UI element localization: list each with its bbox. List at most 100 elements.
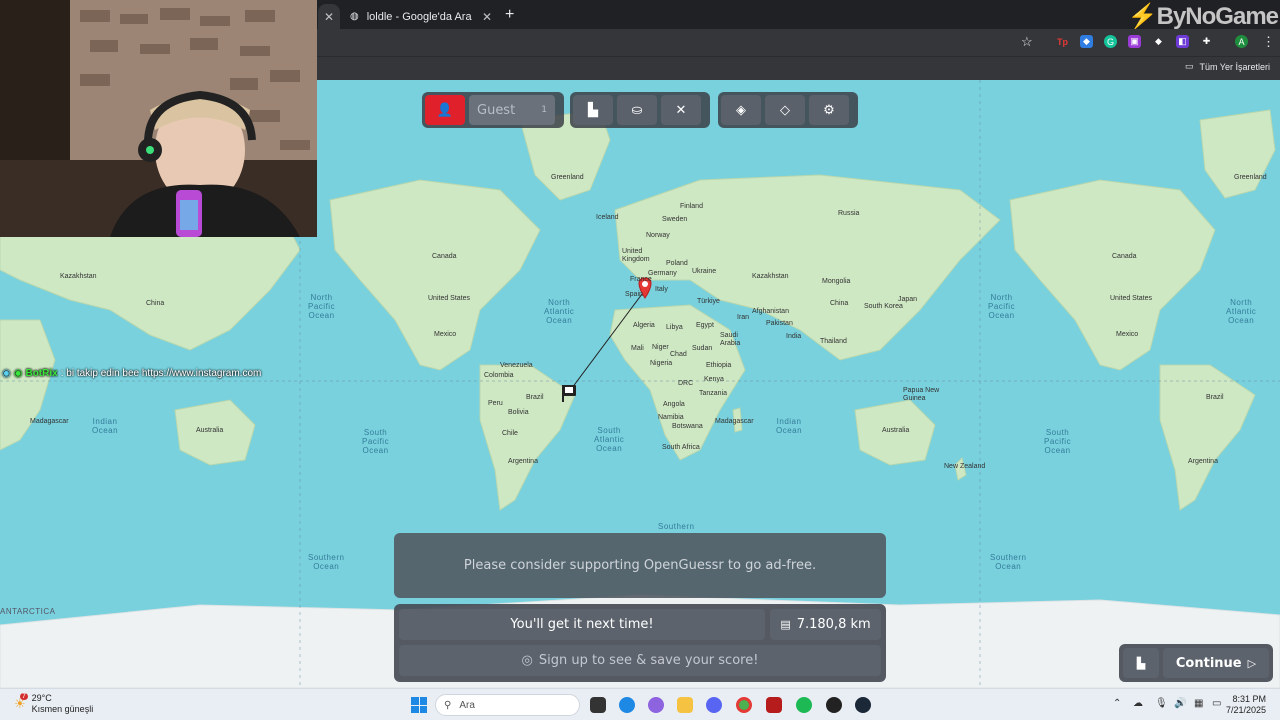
file-explorer-icon[interactable] (677, 697, 693, 713)
map-layers-button[interactable]: ◈ (721, 95, 761, 125)
education-button[interactable]: ◇ (765, 95, 805, 125)
battery-icon[interactable]: ▭ (1212, 698, 1221, 709)
obs-icon[interactable] (766, 697, 782, 713)
ocean-label: South Pacific Ocean (1044, 428, 1072, 455)
map-label: Chad (670, 351, 687, 358)
map-label: Türkiye (697, 298, 720, 305)
add-player-button[interactable]: 👤 (425, 95, 465, 125)
map-label: France (630, 276, 652, 283)
close-icon[interactable]: ✕ (324, 10, 334, 24)
ad-support-text: Please consider supporting OpenGuessr to… (463, 558, 817, 573)
spotify-icon[interactable] (796, 697, 812, 713)
ocean-label: Southern (658, 522, 695, 531)
map-label: Afghanistan (752, 308, 789, 315)
map-label: United States (1110, 295, 1153, 302)
menu-kebab-icon[interactable]: ⋮ (1262, 34, 1275, 50)
extension-tp-icon[interactable]: Tp (1056, 35, 1069, 48)
extension-purple-icon[interactable]: ▣ (1128, 35, 1141, 48)
volume-icon[interactable]: 🔊 (1174, 698, 1186, 709)
microphone-icon[interactable]: 🎙 (1155, 698, 1168, 709)
guest-indicator[interactable]: Guest 1 (469, 95, 555, 125)
guest-count: 1 (541, 105, 547, 115)
map-label: Nigeria (650, 360, 673, 367)
task-view-icon[interactable] (590, 697, 606, 713)
bynogame-logo: ⚡ByNoGame (1127, 3, 1279, 30)
extension-grammarly-icon[interactable]: G (1104, 35, 1117, 48)
map-label: Iceland (596, 214, 619, 221)
taskbar-clock[interactable]: 8:31 PM 7/21/2025 (1226, 694, 1266, 716)
bookmarks-folder-label: Tüm Yer İşaretleri (1199, 61, 1270, 72)
map-label: Italy (655, 286, 668, 293)
copilot-icon[interactable] (648, 697, 664, 713)
map-label: Tanzania (699, 390, 728, 397)
podium-button[interactable]: ▙ (1123, 648, 1159, 678)
map-label: Mexico (434, 331, 457, 338)
ocean-label: South Atlantic Ocean (594, 426, 625, 453)
settings-button[interactable]: ⚙ (809, 95, 849, 125)
app-icon[interactable] (826, 697, 842, 713)
start-button[interactable] (411, 697, 427, 713)
network-icon[interactable]: ▦ (1194, 698, 1203, 709)
map-label: Bolivia (508, 409, 529, 416)
map-label: Sweden (662, 216, 688, 223)
map-label: Namibia (658, 414, 684, 421)
map-label: Kazakhstan (752, 273, 789, 280)
map-label: Argentina (1188, 458, 1218, 465)
map-label: United States (428, 295, 471, 302)
clock-date: 7/21/2025 (1225, 705, 1266, 715)
continue-button[interactable]: Continue ▷ (1163, 648, 1269, 678)
map-label: Pakistan (766, 320, 793, 327)
tray-chevron-icon[interactable]: ⌃ (1113, 698, 1121, 709)
map-label: Mexico (1116, 331, 1139, 338)
map-label: Finland (680, 203, 703, 210)
all-bookmarks-folder[interactable]: ▭ Tüm Yer İşaretleri (1185, 61, 1270, 72)
multiplayer-button[interactable]: ⛀ (617, 95, 657, 125)
continue-label: Continue (1175, 655, 1242, 671)
map-label: Australia (882, 427, 910, 434)
map-label: South Korea (864, 303, 903, 310)
ocean-label: Southern Ocean (308, 553, 345, 571)
map-label: Norway (646, 232, 670, 239)
result-panel: You'll get it next time! ▤ 7.180,8 km ◎ … (394, 604, 886, 682)
bookmark-star-icon[interactable]: ☆ (1021, 34, 1033, 50)
chat-badge-icon: ◉ (2, 368, 11, 379)
map-label: Kazakhstan (60, 273, 97, 280)
active-tab[interactable]: ✕ (318, 4, 340, 29)
tab-google-search[interactable]: ◍ loldle - Google'da Ara ✕ (340, 4, 500, 29)
map-label: Brazil (526, 394, 544, 401)
swords-icon: ✕ (675, 102, 687, 117)
extension-diamond-icon[interactable]: ◆ (1152, 35, 1165, 48)
profile-avatar[interactable]: A (1235, 35, 1248, 48)
discord-icon[interactable] (706, 697, 722, 713)
map-label: DRC (678, 380, 694, 387)
chrome-icon[interactable] (736, 697, 752, 713)
extension-violet-icon[interactable]: ◧ (1176, 35, 1189, 48)
map-label: Ukraine (692, 268, 717, 275)
map-label: Saudi Arabia (720, 332, 741, 347)
taskbar-search[interactable]: ⚲ Ara (435, 694, 580, 716)
edge-icon[interactable] (619, 697, 635, 713)
map-label: Niger (652, 344, 669, 351)
new-tab-button[interactable]: + (505, 6, 514, 24)
extension-blue-icon[interactable]: ◆ (1080, 35, 1093, 48)
map-label: United Kingdom (622, 248, 650, 263)
close-icon[interactable]: ✕ (482, 10, 492, 24)
map-label: Canada (1112, 253, 1137, 260)
map-label: Canada (432, 253, 457, 260)
onedrive-icon[interactable]: ☁ (1133, 698, 1143, 709)
mode-controls: ▙ ⛀ ✕ (570, 92, 710, 128)
stream-chat-message: ◉ ◉ BotRix : bi takip edin bee https://w… (2, 368, 261, 379)
extensions-puzzle-icon[interactable]: ✚ (1200, 35, 1213, 48)
chat-username: BotRix (25, 368, 58, 379)
signup-button[interactable]: ◎ Sign up to see & save your score! (399, 645, 881, 676)
map-label: Botswana (672, 423, 703, 430)
map-label: Iran (737, 314, 750, 321)
steam-icon[interactable] (855, 697, 871, 713)
weather-widget[interactable]: ☀ 7 29°C Kısmen güneşli (14, 693, 93, 715)
battle-button[interactable]: ✕ (661, 95, 701, 125)
map-label: China (146, 300, 165, 307)
map-label: Brazil (1206, 394, 1224, 401)
leaderboard-button[interactable]: ▙ (573, 95, 613, 125)
webcam-overlay (0, 0, 317, 237)
ocean-label: North Pacific Ocean (308, 293, 336, 320)
